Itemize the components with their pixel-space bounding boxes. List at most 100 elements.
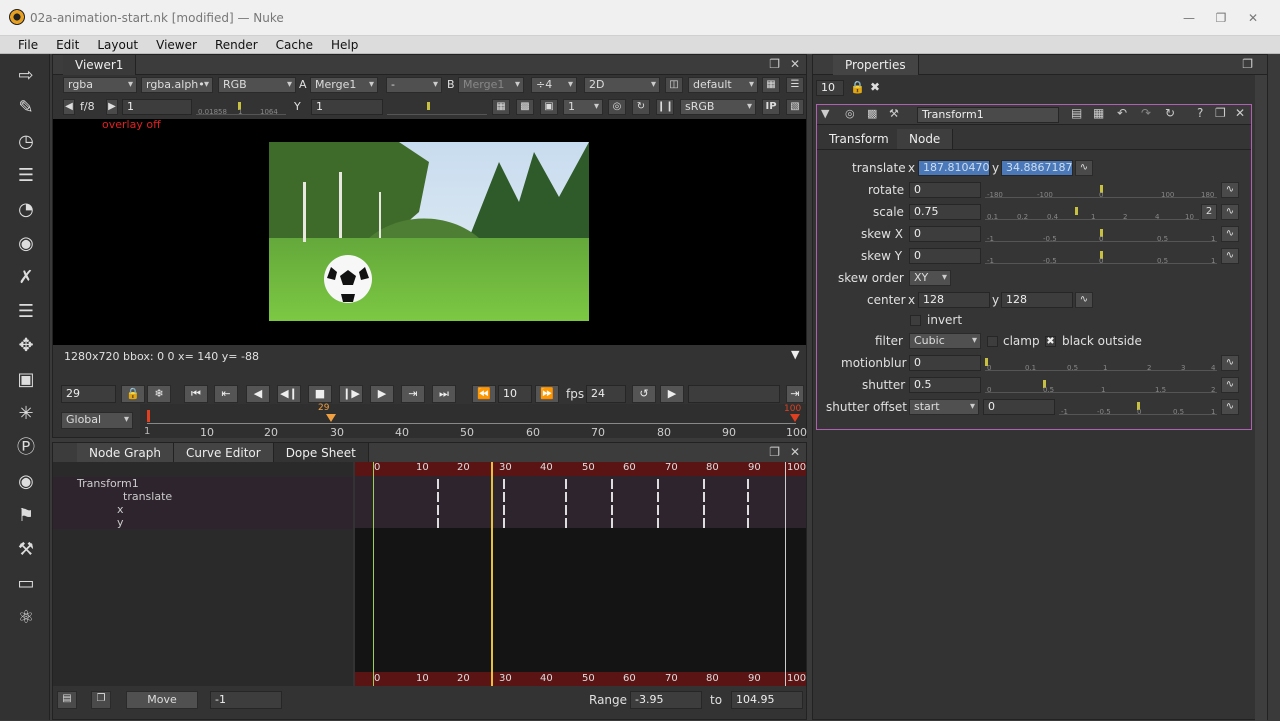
shutter-field[interactable]: 0.5 [909, 377, 981, 393]
rotate-slider[interactable]: -180 -100 0 100 180 [985, 182, 1217, 199]
lut-icon[interactable]: ◫ [665, 77, 683, 93]
lock-panels-icon[interactable]: 🔒 [850, 80, 865, 94]
keyframe[interactable] [703, 492, 705, 502]
keyframe[interactable] [503, 479, 505, 489]
zoom-window-icon[interactable]: ▦ [492, 99, 510, 115]
keyframe[interactable] [703, 505, 705, 515]
skewx-curve-icon[interactable]: ∿ [1221, 226, 1239, 242]
keyframe[interactable] [503, 492, 505, 502]
loop-icon[interactable]: ↺ [632, 385, 656, 403]
scale-curve-icon[interactable]: ∿ [1221, 204, 1239, 220]
playback-range-field[interactable] [688, 385, 780, 403]
playhead-marker[interactable] [326, 414, 336, 422]
keyframe[interactable] [437, 505, 439, 515]
tab-node-graph[interactable]: Node Graph [77, 443, 174, 463]
other-tool-icon[interactable]: ⚒ [14, 538, 38, 562]
timeline[interactable]: 1 10 20 30 40 50 60 70 80 90 100 29 100 [140, 403, 807, 439]
a-input-dropdown[interactable]: Merge1 [310, 77, 378, 93]
black-outside-checkbox[interactable]: ✖ [1045, 336, 1056, 347]
gamma-slider[interactable] [387, 99, 487, 115]
settings-icon[interactable]: ⚒ [889, 107, 899, 120]
play-forward-icon[interactable]: ❙▶ [339, 385, 363, 403]
close-panel-icon[interactable]: ✕ [790, 57, 800, 71]
viewer-toggle-icon[interactable]: ◎ [845, 107, 855, 120]
snap-icon[interactable]: ❐ [91, 691, 111, 709]
view-mode-dropdown[interactable]: 2D [584, 77, 660, 93]
dope-sheet-area[interactable]: 0 10 20 30 40 50 60 70 80 90 100 0 10 20… [355, 462, 806, 686]
in-point-marker[interactable] [147, 410, 150, 422]
gamma-field[interactable]: 1 [311, 99, 383, 115]
keyframe[interactable] [503, 518, 505, 528]
play-backward-icon[interactable]: ◀❙ [277, 385, 301, 403]
colorspace-dropdown[interactable]: sRGB [680, 99, 756, 115]
shutter-curve-icon[interactable]: ∿ [1221, 377, 1239, 393]
channel-tool-icon[interactable]: ☰ [14, 164, 38, 188]
node-color-icon[interactable]: ▩ [867, 107, 877, 120]
mask-overlay-icon[interactable]: ▩ [516, 99, 534, 115]
rotate-field[interactable]: 0 [909, 182, 981, 198]
keyframe[interactable] [565, 492, 567, 502]
clamp-checkbox[interactable] [987, 336, 998, 347]
metadata-tool-icon[interactable]: ⚑ [14, 504, 38, 528]
float-panel-icon[interactable]: ❐ [769, 57, 780, 71]
tree-node-y[interactable]: y [117, 516, 124, 529]
first-frame-icon[interactable]: ⏮ [184, 385, 208, 403]
keyframe[interactable] [657, 479, 659, 489]
keyframe[interactable] [565, 505, 567, 515]
keyframe[interactable] [657, 505, 659, 515]
particles-tool-icon[interactable]: ✳ [14, 402, 38, 426]
furnace-tool-icon[interactable]: ▭ [14, 572, 38, 596]
keyframe[interactable] [437, 492, 439, 502]
scale-field[interactable]: 0.75 [909, 204, 981, 220]
shutter-offset-curve-icon[interactable]: ∿ [1221, 399, 1239, 415]
skew-order-dropdown[interactable]: XY [909, 270, 951, 286]
3d-tool-icon[interactable]: ▣ [14, 368, 38, 392]
skewx-slider[interactable]: -1 -0.5 0 0.5 1 [985, 226, 1217, 243]
close-node-icon[interactable]: ✕ [1235, 106, 1245, 120]
center-y-field[interactable]: 128 [1001, 292, 1073, 308]
keyframe[interactable] [611, 492, 613, 502]
keyframe[interactable] [657, 492, 659, 502]
filter-dropdown[interactable]: Cubic [909, 333, 981, 349]
draw-tool-icon[interactable]: ✎ [14, 96, 38, 120]
range-end-icon[interactable]: ⇥ [786, 385, 804, 403]
next-keyframe-icon[interactable]: ⇥ [401, 385, 425, 403]
collapse-icon[interactable]: ▼ [821, 107, 829, 120]
merge-tool-icon[interactable]: ☰ [14, 300, 38, 324]
input-process-button[interactable]: IP [762, 99, 780, 115]
pause-icon[interactable]: ❙❙ [656, 99, 674, 115]
move-field[interactable]: -1 [210, 691, 282, 709]
downrez-dropdown[interactable]: ÷4 [531, 77, 577, 93]
tab-transform[interactable]: Transform [817, 129, 902, 149]
menu-file[interactable]: File [9, 36, 47, 54]
undo-icon[interactable]: ↶ [1117, 106, 1127, 120]
refresh-icon[interactable]: ↻ [632, 99, 650, 115]
time-tool-icon[interactable]: ◷ [14, 130, 38, 154]
float-panel-icon[interactable]: ❐ [769, 445, 780, 459]
roi-toggle-icon[interactable]: ◎ [608, 99, 626, 115]
move-button[interactable]: Move [126, 691, 198, 709]
compare-op-dropdown[interactable]: - [386, 77, 442, 93]
range-mode-dropdown[interactable]: Global [61, 412, 133, 429]
next-frame-icon[interactable]: ▶ [370, 385, 394, 403]
keyframe[interactable] [611, 479, 613, 489]
frame-field[interactable]: 29 [61, 385, 116, 403]
tree-node-transform1[interactable]: Transform1 [77, 477, 139, 490]
skewy-field[interactable]: 0 [909, 248, 981, 264]
maximize-icon[interactable]: ❐ [1208, 10, 1234, 26]
invert-checkbox[interactable] [910, 315, 921, 326]
keyframe[interactable] [747, 505, 749, 515]
clipping-warning-icon[interactable]: ▧ [786, 99, 804, 115]
viewer-menu-icon[interactable]: ☰ [786, 77, 804, 93]
tab-curve-editor[interactable]: Curve Editor [173, 443, 274, 463]
translate-y-field[interactable]: 34.8867187 [1001, 160, 1073, 176]
viewer-expand-icon[interactable]: ▼ [791, 348, 799, 361]
transform-tool-icon[interactable]: ✥ [14, 334, 38, 358]
float-panel-icon[interactable]: ❐ [1242, 57, 1253, 71]
menu-render[interactable]: Render [206, 36, 267, 54]
skewy-curve-icon[interactable]: ∿ [1221, 248, 1239, 264]
gain-slider[interactable]: 0.01858 1 1064 [196, 99, 286, 116]
menu-help[interactable]: Help [322, 36, 367, 54]
alpha-channel-dropdown[interactable]: rgba.alph• [141, 77, 213, 93]
color-icon[interactable]: ▦ [1093, 106, 1104, 120]
